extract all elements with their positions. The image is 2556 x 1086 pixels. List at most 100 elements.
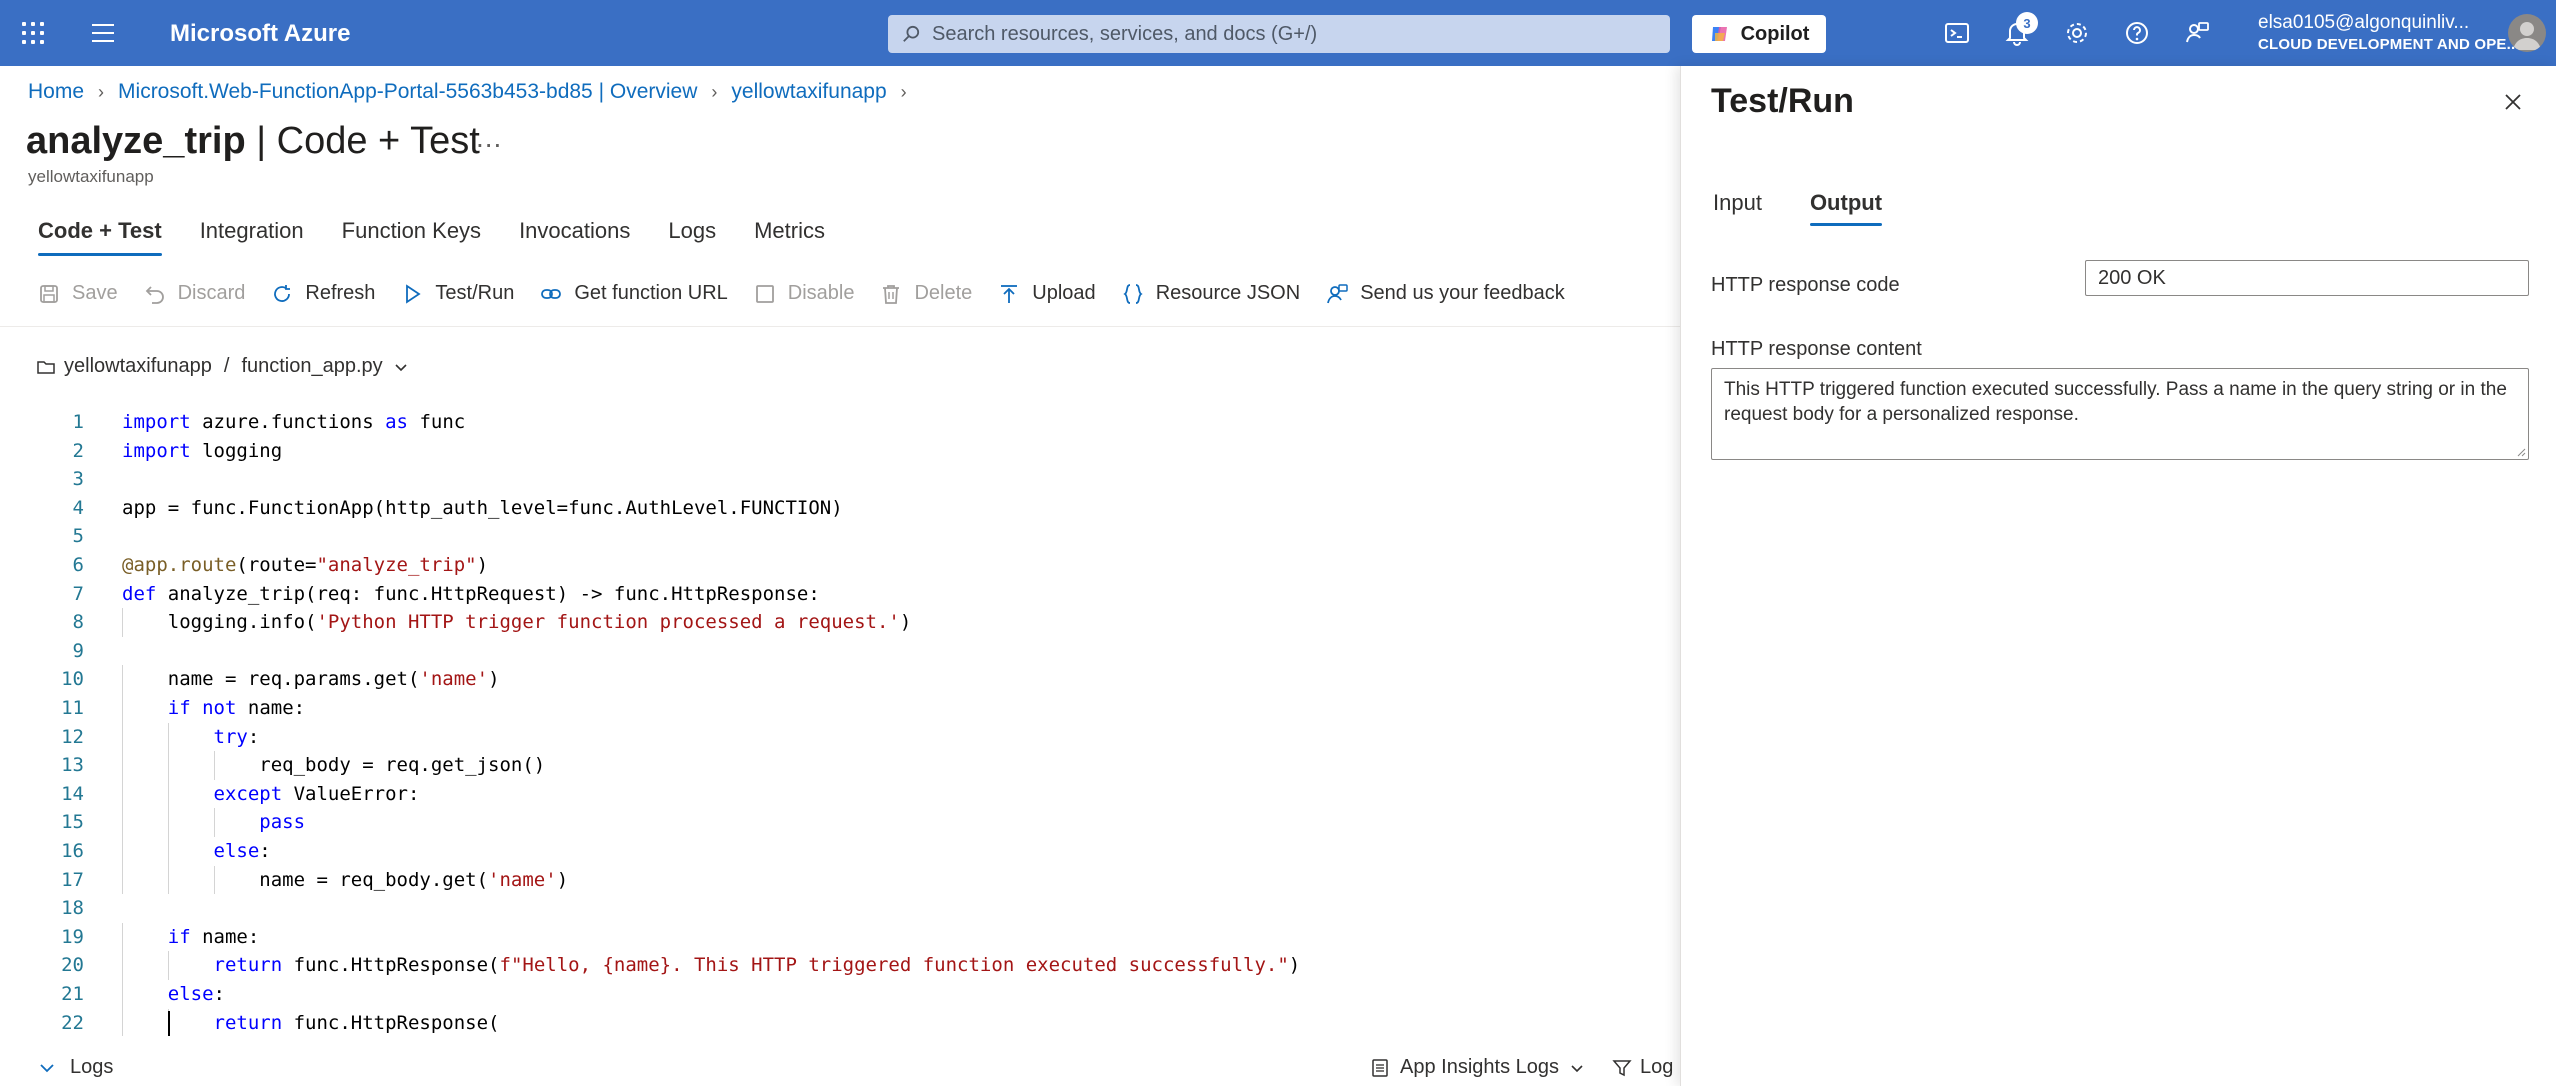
tab-function-keys[interactable]: Function Keys [342, 218, 481, 256]
delete-button[interactable]: Delete [880, 282, 972, 305]
page-title: analyze_trip | Code + Test [26, 120, 480, 163]
more-options-button[interactable]: ... [476, 122, 502, 154]
response-code-field[interactable]: 200 OK [2085, 260, 2529, 296]
breadcrumb-yellowtaxifunapp[interactable]: yellowtaxifunapp [731, 80, 886, 104]
resize-handle-icon[interactable] [2516, 447, 2526, 457]
code-text: if not name: [167, 697, 306, 719]
save-icon [40, 284, 58, 303]
indent-guide [213, 808, 215, 837]
code-editor[interactable]: 1 import azure.functions as func 2 import l… [0, 408, 1680, 1036]
toolbar-divider [0, 326, 1680, 327]
indent-guide [213, 865, 215, 895]
feedback-person-icon[interactable] [2184, 20, 2210, 46]
chevron-down-icon [40, 1063, 54, 1072]
app-launcher-icon[interactable] [22, 22, 44, 44]
global-search-input[interactable]: Search resources, services, and docs (G+… [888, 15, 1670, 53]
discard-button[interactable]: Discard [144, 282, 246, 305]
tab-logs[interactable]: Logs [668, 218, 716, 256]
code-text: except ValueError: [213, 782, 420, 805]
resource-json-label: Resource JSON [1155, 282, 1301, 304]
tab-output[interactable]: Output [1809, 190, 1883, 226]
portal-menu-icon[interactable] [92, 24, 114, 42]
file-path-separator: / [223, 355, 230, 377]
code-text: return func.HttpResponse( [213, 1011, 500, 1034]
disable-button[interactable]: Disable [754, 282, 855, 305]
tab-integration[interactable]: Integration [200, 218, 304, 256]
line-number: 4 [72, 496, 84, 519]
chevron-right-icon: › [711, 81, 718, 102]
test-run-panel: Test/Run Input Output HTTP response code… [1680, 66, 2556, 1086]
code-text: else: [213, 840, 271, 862]
code-text: logging.info('Python HTTP trigger functi… [122, 611, 912, 634]
page-title-section: | Code + Test [245, 120, 480, 162]
brand-title[interactable]: Microsoft Azure [170, 20, 350, 48]
save-button[interactable]: Save [38, 282, 118, 305]
line-number: 16 [61, 840, 84, 862]
chevron-down-icon [395, 363, 407, 371]
resource-json-button[interactable]: Resource JSON [1122, 282, 1301, 305]
refresh-icon [274, 284, 291, 302]
line-number: 19 [61, 925, 84, 948]
indent-guide [122, 779, 123, 809]
test-run-button[interactable]: Test/Run [401, 282, 514, 305]
indent-guide [122, 751, 123, 780]
settings-gear-icon[interactable] [2064, 20, 2090, 46]
chevron-down-icon [1571, 1064, 1583, 1072]
search-placeholder: Search resources, services, and docs (G+… [932, 22, 1318, 45]
tab-metrics[interactable]: Metrics [754, 218, 825, 256]
disable-label: Disable [787, 282, 855, 304]
send-feedback-button[interactable]: Send us your feedback [1326, 282, 1565, 305]
code-text: name = req.params.get('name') [122, 668, 500, 691]
test-run-label: Test/Run [435, 282, 515, 304]
upload-label: Upload [1032, 282, 1096, 304]
logs-panel-toggle[interactable]: Logs [38, 1056, 113, 1079]
page-subtitle: yellowtaxifunapp [28, 167, 154, 186]
line-number: 2 [72, 439, 84, 462]
log-filter-label: Log [1640, 1056, 1674, 1078]
tab-code-test[interactable]: Code + Test [38, 218, 162, 256]
help-question-icon[interactable] [2124, 20, 2150, 46]
close-icon[interactable] [2503, 92, 2523, 112]
line-number: 15 [61, 811, 84, 834]
line-number: 1 [72, 411, 84, 433]
upload-button[interactable]: Upload [998, 282, 1096, 305]
discard-label: Discard [177, 282, 246, 304]
breadcrumb-function-app-overview[interactable]: Microsoft.Web-FunctionApp-Portal-5563b45… [118, 80, 697, 104]
delete-label: Delete [914, 282, 973, 304]
line-number: 17 [61, 868, 84, 891]
line-number: 21 [61, 983, 84, 1005]
indent-guide [167, 722, 169, 752]
function-tabs: Code + Test Integration Function Keys In… [38, 218, 863, 256]
file-path-selector[interactable]: yellowtaxifunapp / function_app.py [36, 355, 417, 378]
breadcrumb-home[interactable]: Home [28, 80, 84, 104]
tab-input[interactable]: Input [1713, 190, 1762, 226]
app-insights-logs-dropdown[interactable]: App Insights Logs [1370, 1056, 1595, 1079]
get-function-url-button[interactable]: Get function URL [540, 282, 728, 305]
link-icon [541, 288, 562, 299]
response-content-field[interactable]: This HTTP triggered function executed su… [1711, 368, 2529, 460]
refresh-button[interactable]: Refresh [271, 282, 375, 305]
refresh-label: Refresh [305, 282, 376, 304]
save-label: Save [72, 282, 118, 304]
avatar[interactable] [2508, 14, 2546, 52]
top-navigation-bar: Microsoft Azure Search resources, servic… [0, 0, 2556, 66]
indent-guide [122, 722, 123, 752]
code-text: if name: [167, 925, 260, 948]
folder-icon [37, 360, 55, 374]
line-number: 11 [61, 697, 84, 719]
log-filter-button[interactable]: Log [1612, 1056, 1673, 1079]
file-path-file: function_app.py [241, 355, 383, 377]
cloud-shell-icon[interactable] [1944, 20, 1970, 46]
account-info[interactable]: elsa0105@algonquinliv... CLOUD DEVELOPME… [2258, 12, 2520, 53]
copilot-button[interactable]: Copilot [1692, 15, 1826, 53]
tab-invocations[interactable]: Invocations [519, 218, 630, 256]
undo-icon [145, 285, 164, 304]
indent-guide [213, 751, 215, 780]
indent-guide [122, 608, 123, 637]
indent-guide [122, 980, 123, 1009]
line-number: 8 [72, 611, 84, 634]
line-number: 18 [61, 897, 84, 920]
response-code-label: HTTP response code [1711, 274, 1900, 296]
send-feedback-label: Send us your feedback [1360, 282, 1565, 304]
get-function-url-label: Get function URL [574, 282, 728, 304]
